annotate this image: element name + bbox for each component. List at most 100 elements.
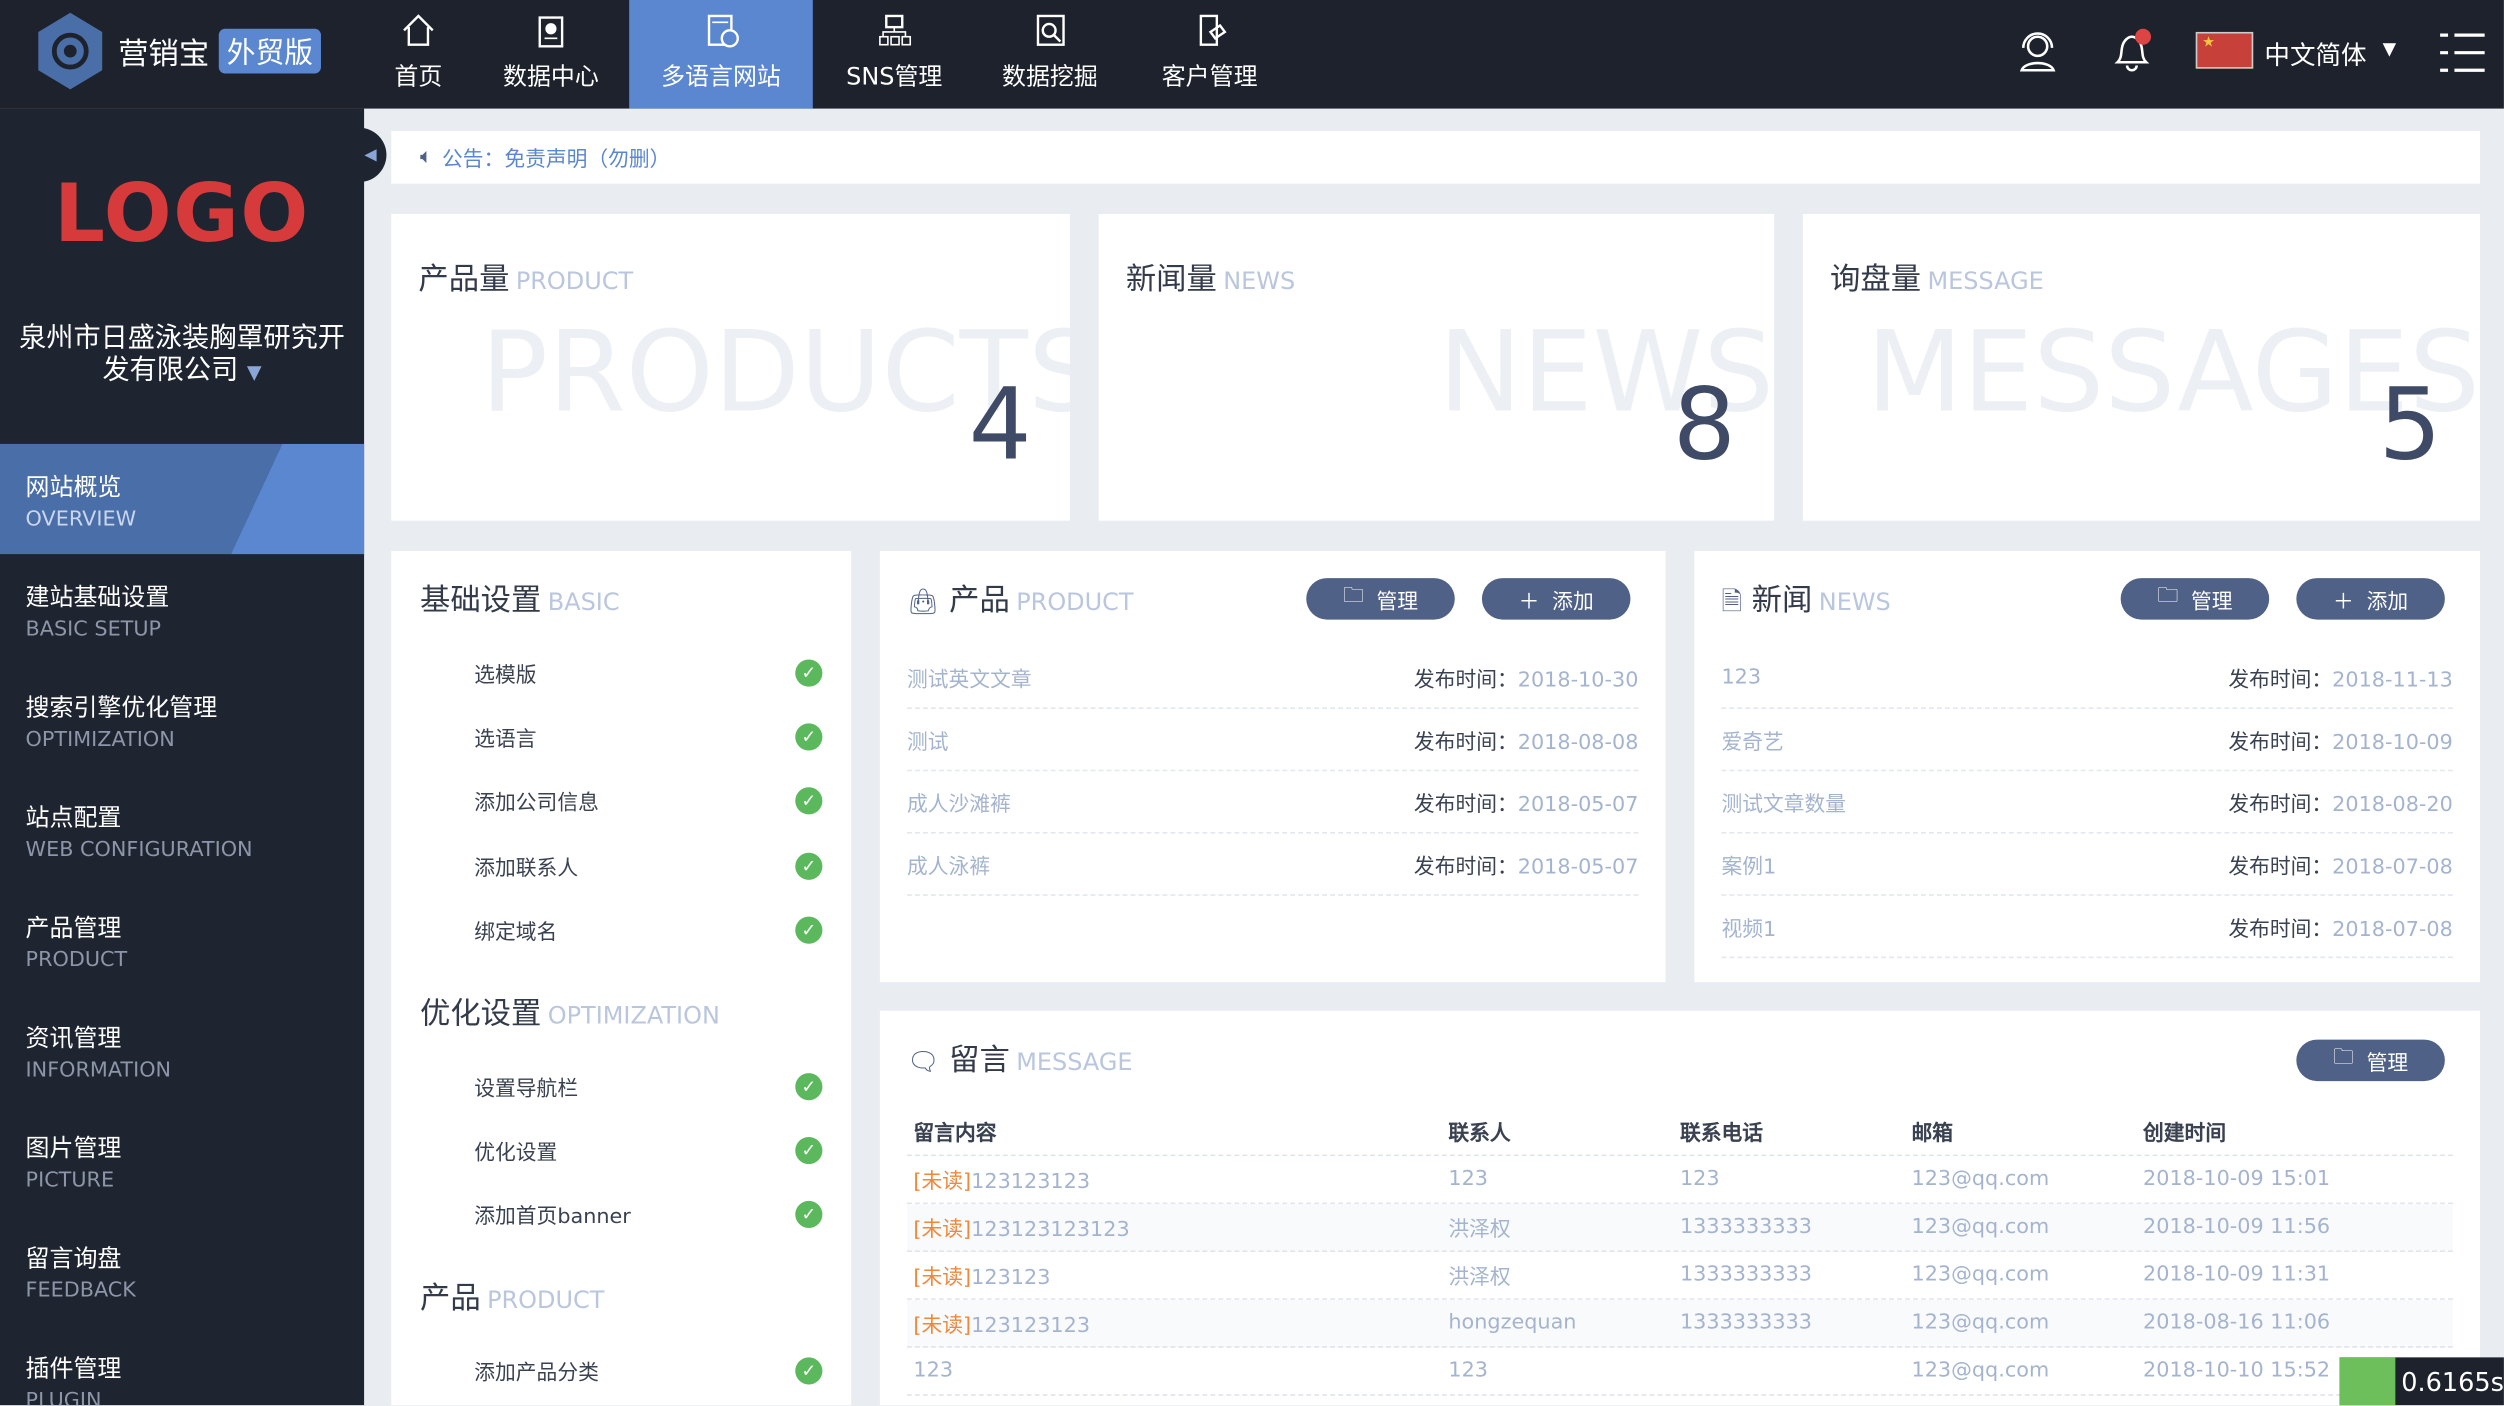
language-select[interactable]: 中文简体 — [2264, 34, 2366, 72]
notice-label: 公告： — [442, 148, 505, 173]
sidebar-item-optimization[interactable]: 搜索引擎优化管理 OPTIMIZATION — [0, 664, 364, 774]
sidebar-item-basic-setup[interactable]: 建站基础设置 BASIC SETUP — [0, 554, 364, 664]
cell-value: 2018-10-09 15:01 — [2143, 1167, 2331, 1192]
setup-step[interactable]: 添加联系人 ✓ — [474, 850, 823, 881]
product-row-title[interactable]: 成人泳裤 — [907, 849, 990, 879]
sidebar-item-sublabel: FEEDBACK — [25, 1279, 136, 1304]
nav-home[interactable]: 首页 — [372, 0, 465, 109]
menu-list-icon[interactable] — [2440, 32, 2485, 74]
table-cell: 2018-10-09 15:01 — [2143, 1167, 2453, 1191]
product-row[interactable]: 测试英文文章 发布时间：2018-10-30 — [907, 647, 1639, 710]
nav-customer-doc[interactable]: 客户管理 — [1126, 0, 1294, 109]
news-card: 🗎︎ 新闻 NEWS 🗀︎ 管理＋添加 123 发布时间：2018-11-13 爱奇艺 发布时… — [1694, 550, 2480, 983]
news-add-button[interactable]: ＋ 添加 — [2296, 578, 2445, 620]
notice-link[interactable]: 免责声明（勿删） — [504, 142, 670, 173]
publish-date: 发布时间：2018-08-08 — [1414, 724, 1638, 755]
unread-badge: [未读] — [913, 1314, 972, 1339]
product-card: 👜︎ 产品 PRODUCT 🗀︎ 管理＋添加 测试英文文章 发布时间：2018-10-30… — [879, 550, 1666, 983]
setup-step[interactable]: 绑定域名 ✓ — [474, 915, 823, 945]
date-label: 发布时间： — [2228, 917, 2333, 942]
table-row[interactable]: [未读]123123123 hongzequan 1333333333 123@qq.… — [907, 1299, 2453, 1348]
column-header: 联系电话 — [1679, 1122, 1764, 1147]
optimization-title: 优化设置 OPTIMIZATION — [420, 990, 720, 1033]
product-manage-button[interactable]: 🗀︎ 管理 — [1306, 578, 1455, 620]
date-label: 发布时间： — [2228, 792, 2333, 817]
basic-title-en: BASIC — [547, 587, 620, 617]
cell-value: 123123 — [971, 1266, 1051, 1291]
setup-step[interactable]: 设置导航栏 ✓ — [474, 1072, 823, 1102]
setup-step[interactable]: 选模版 ✓ — [474, 658, 823, 688]
setup-step[interactable]: 添加公司信息 ✓ — [474, 786, 823, 817]
sidebar-item-web-configuration[interactable]: 站点配置 WEB CONFIGURATION — [0, 774, 364, 884]
nav-web-globe[interactable]: 多语言网站 — [629, 0, 813, 109]
cell-value: 1333333333 — [1679, 1263, 1813, 1288]
nav-network[interactable]: SNS管理 — [814, 0, 974, 109]
stat-title: 新闻量 NEWS — [1126, 256, 1295, 299]
nav-search-doc[interactable]: 数据挖掘 — [974, 0, 1126, 109]
news-row[interactable]: 视频1 发布时间：2018-07-08 — [1721, 896, 2453, 959]
table-cell: 123@qq.com — [1911, 1359, 2143, 1383]
news-row[interactable]: 123 发布时间：2018-11-13 — [1721, 647, 2453, 710]
cell-value: 洪泽权 — [1448, 1218, 1511, 1243]
product-add-button[interactable]: ＋ 添加 — [1481, 578, 1631, 620]
check-circle-icon: ✓ — [795, 723, 823, 751]
setup-step[interactable]: 优化设置 ✓ — [474, 1135, 823, 1166]
news-row-title[interactable]: 测试文章数量 — [1721, 786, 1846, 817]
product-row-title[interactable]: 测试英文文章 — [907, 662, 1032, 692]
news-row[interactable]: 测试文章数量 发布时间：2018-08-20 — [1721, 771, 2453, 834]
product-row[interactable]: 成人泳裤 发布时间：2018-05-07 — [907, 834, 1639, 896]
stat-card-product[interactable]: PRODUCTS 产品量 PRODUCT 4 — [391, 213, 1070, 521]
news-row-title[interactable]: 案例1 — [1721, 849, 1776, 879]
cell-value: 123@qq.com — [1911, 1358, 2050, 1383]
date-value: 2018-11-13 — [2332, 668, 2453, 693]
column-header: 联系人 — [1448, 1122, 1511, 1147]
customer-service-icon[interactable] — [2015, 29, 2060, 74]
company-selector[interactable]: 泉州市日盛泳装胸罩研究开发有限公司 ▼ — [0, 323, 364, 388]
button-label: 管理 — [2190, 590, 2233, 615]
sidebar-item-label: 图片管理 — [25, 1133, 122, 1163]
sidebar-item-feedback[interactable]: 留言询盘 FEEDBACK — [0, 1215, 364, 1325]
sidebar-item-overview[interactable]: 网站概览 OVERVIEW — [0, 443, 365, 555]
table-row[interactable]: [未读]123123123123 洪泽权 1333333333 123@qq.com 2… — [907, 1204, 2453, 1252]
news-manage-button[interactable]: 🗀︎ 管理 — [2120, 578, 2270, 620]
product-row[interactable]: 测试 发布时间：2018-08-08 — [907, 709, 1639, 772]
news-row-title[interactable]: 123 — [1721, 665, 1761, 689]
news-row[interactable]: 爱奇艺 发布时间：2018-10-09 — [1721, 709, 2453, 772]
cell-value: 2018-10-10 15:52 — [2143, 1358, 2331, 1383]
message-manage-button[interactable]: 🗀︎ 管理 — [2296, 1039, 2445, 1082]
table-row[interactable]: [未读]123123 洪泽权 1333333333 123@qq.com 2018-10… — [907, 1252, 2453, 1300]
table-row[interactable]: [未读]123123123 123 123 123@qq.com 2018-10-09 … — [907, 1156, 2453, 1205]
nav-clipboard-chart[interactable]: 数据中心 — [479, 0, 623, 109]
product-row[interactable]: 成人沙滩裤 发布时间：2018-05-07 — [907, 771, 1639, 834]
stat-card-news[interactable]: NEWS 新闻量 NEWS 8 — [1098, 213, 1775, 521]
date-value: 2018-08-20 — [2332, 792, 2453, 817]
product-row-title[interactable]: 测试 — [907, 724, 949, 755]
sidebar-item-product[interactable]: 产品管理 PRODUCT — [0, 885, 364, 995]
product-row-title[interactable]: 成人沙滩裤 — [907, 786, 1011, 817]
sidebar-item-information[interactable]: 资讯管理 INFORMATION — [0, 995, 364, 1105]
date-value: 2018-07-08 — [2332, 917, 2453, 942]
sidebar-item-picture[interactable]: 图片管理 PICTURE — [0, 1105, 364, 1215]
check-circle-icon: ✓ — [795, 916, 823, 944]
date-value: 2018-10-30 — [1517, 668, 1639, 693]
stat-card-message[interactable]: MESSAGES 询盘量 MESSAGE 5 — [1802, 213, 2480, 521]
brand[interactable]: 营销宝 外贸版 — [32, 10, 322, 93]
news-row[interactable]: 案例1 发布时间：2018-07-08 — [1721, 834, 2453, 896]
stat-value: 8 — [1672, 365, 1736, 483]
setup-step[interactable]: 添加首页banner ✓ — [474, 1199, 823, 1230]
china-flag-icon[interactable]: ★ — [2195, 31, 2254, 69]
collapse-sidebar-button[interactable]: ◀ — [354, 127, 387, 183]
folder-icon: 🗀︎ — [2333, 1045, 2354, 1070]
message-card: 🗨︎ 留言 MESSAGE 🗀︎ 管理 留言内容 联系人 联系电话 邮箱 创建时间 [未读]1… — [879, 1010, 2480, 1406]
setup-step[interactable]: 选语言 ✓ — [474, 722, 823, 752]
chevron-down-icon[interactable]: ▼ — [2383, 38, 2397, 59]
brand-tag: 外贸版 — [218, 28, 322, 74]
news-row-title[interactable]: 爱奇艺 — [1721, 724, 1783, 755]
table-row[interactable]: 123 123 123@qq.com 2018-10-10 15:52 — [907, 1348, 2453, 1396]
bell-icon[interactable] — [2108, 26, 2156, 74]
setup-step[interactable]: 添加产品分类 ✓ — [474, 1356, 823, 1386]
sidebar-item-plugin[interactable]: 插件管理 PLUGIN — [0, 1325, 364, 1405]
news-row-title[interactable]: 视频1 — [1721, 911, 1776, 941]
folder-icon: 🗀︎ — [2157, 584, 2179, 609]
table-cell: 123@qq.com — [1911, 1215, 2143, 1239]
